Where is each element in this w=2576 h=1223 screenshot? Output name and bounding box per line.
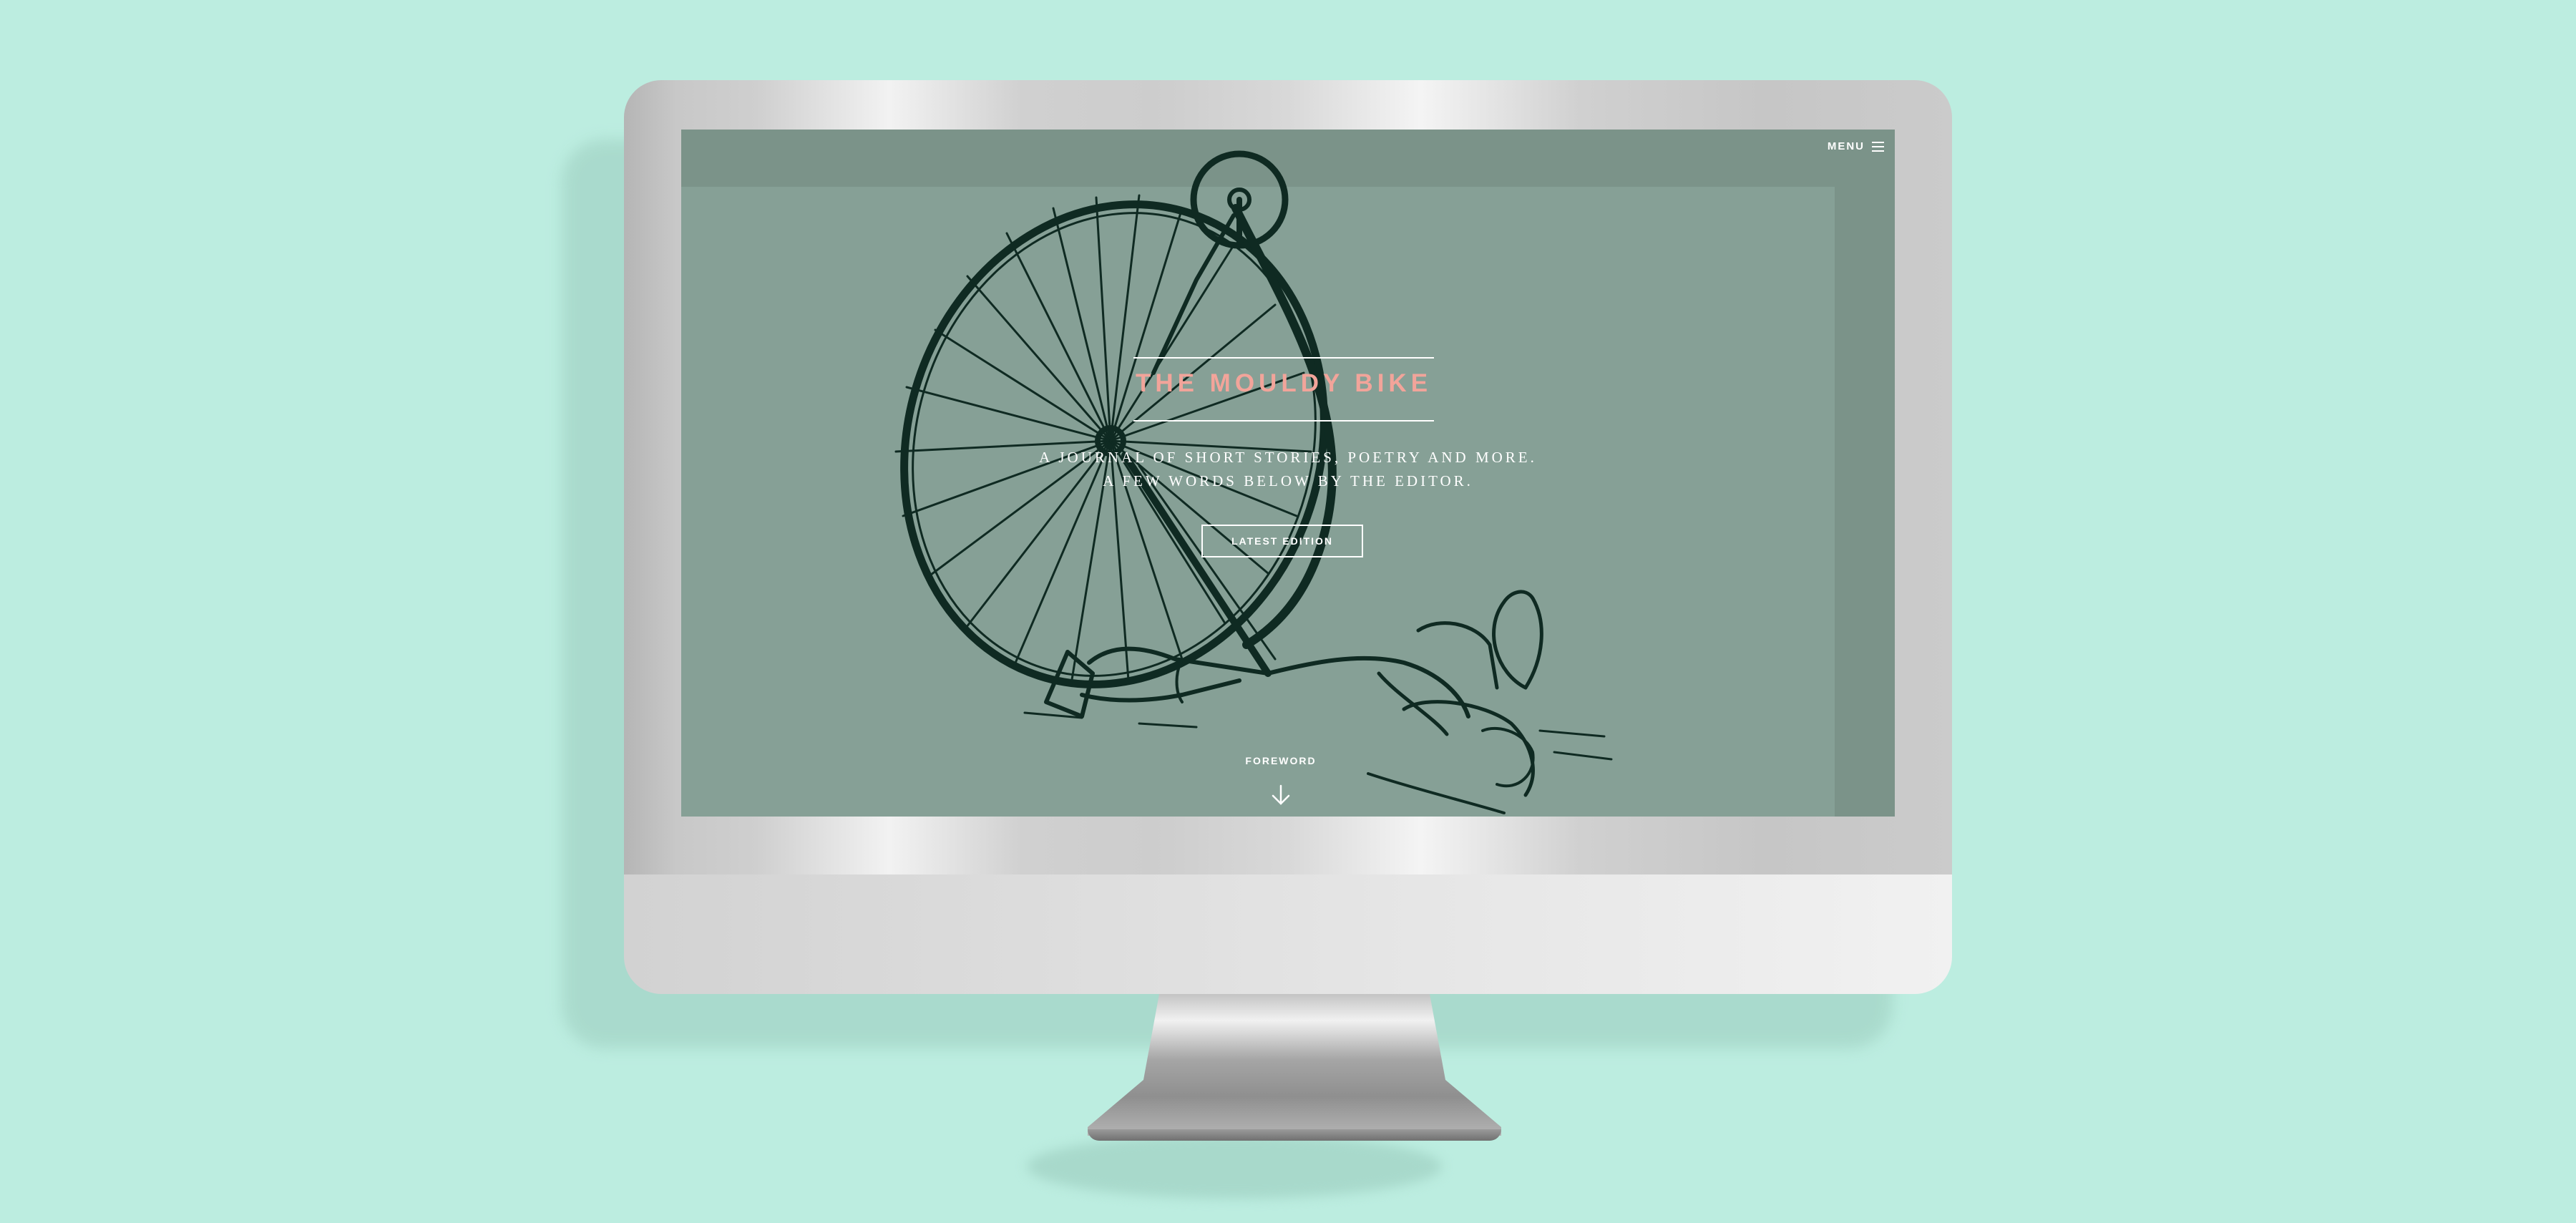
monitor-chin [624,874,1952,994]
menu-label: MENU [1827,140,1865,152]
title-rule-bottom [1133,420,1434,422]
tagline-line-1: A JOURNAL OF SHORT STORIES, POETRY AND M… [1039,449,1537,466]
foreword-link[interactable]: FOREWORD [1216,755,1345,766]
hamburger-icon [1872,141,1884,152]
tagline-line-2: A FEW WORDS BELOW BY THE EDITOR. [1103,472,1473,489]
stand-shadow [1027,1134,1442,1199]
site-title: THE MOULDY BIKE [1135,369,1433,397]
menu-button[interactable]: MENU [1828,140,1884,152]
monitor-stand-foot [1088,1129,1501,1141]
arrow-down-icon[interactable] [1271,784,1291,806]
title-rule-top [1133,357,1434,359]
latest-edition-button[interactable]: LATEST EDITION [1201,525,1363,557]
tagline: A JOURNAL OF SHORT STORIES, POETRY AND M… [1002,446,1574,493]
website-screen: MENU THE MOULDY BIKE A JOURNAL OF SHORT … [681,130,1895,817]
